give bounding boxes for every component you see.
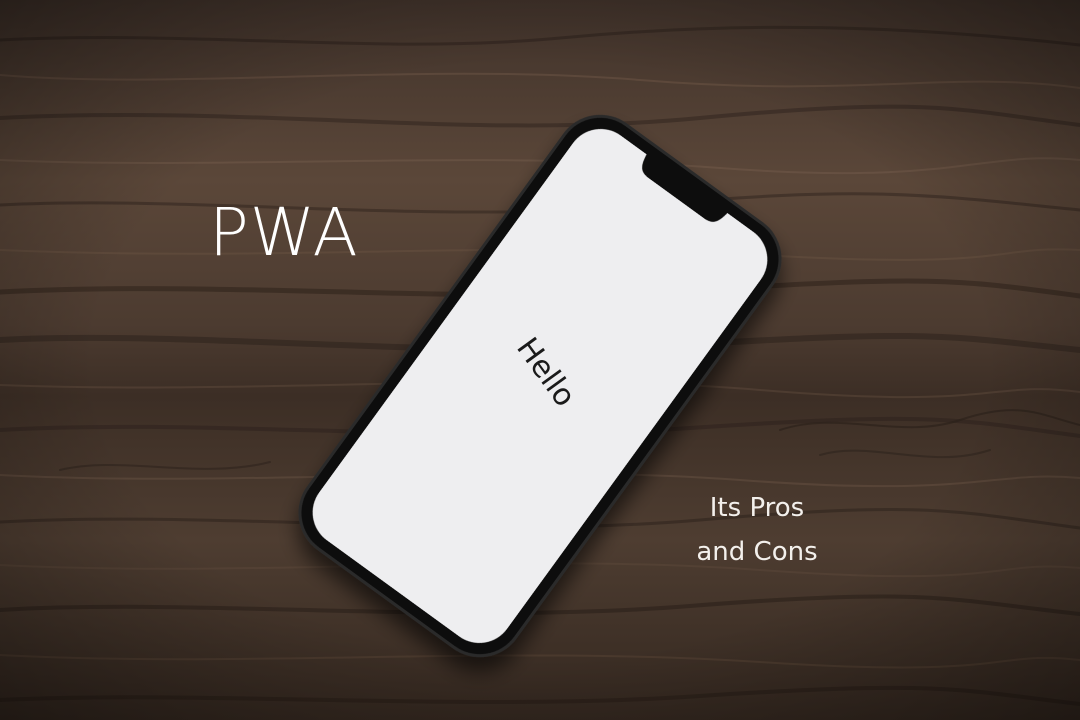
subtitle: Its Pros and Cons: [686, 486, 828, 574]
subtitle-line-1: Its Pros: [709, 493, 805, 523]
subtitle-line-2: and Cons: [696, 537, 818, 567]
smartphone-icon: Hello: [298, 114, 782, 658]
photo-background: Hello PWA Its Pros and Cons: [0, 0, 1080, 720]
page-title: PWA: [209, 194, 359, 271]
